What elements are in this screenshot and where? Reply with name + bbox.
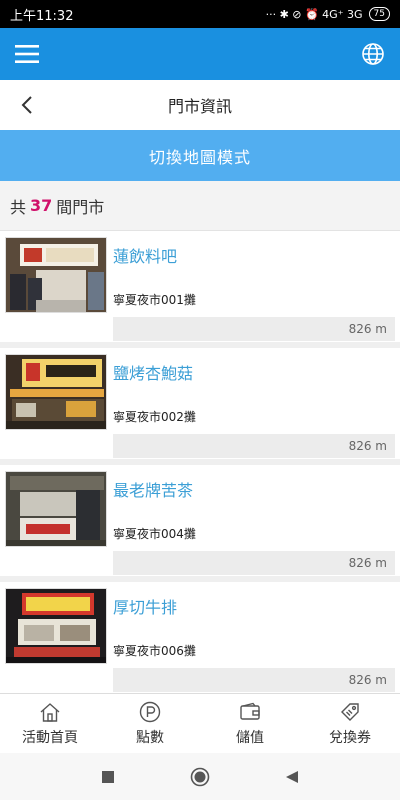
battery-icon: 75 <box>368 7 390 21</box>
store-distance: 826 m <box>113 317 395 341</box>
nav-home[interactable]: 活動首頁 <box>0 694 100 753</box>
points-icon <box>139 701 161 722</box>
system-nav <box>0 753 400 800</box>
home-icon <box>40 702 60 722</box>
list-item[interactable]: 蓮飲料吧 寧夏夜市001攤 826 m <box>0 231 400 348</box>
nav-coupon[interactable]: 兌換券 <box>300 694 400 753</box>
store-photo <box>5 588 107 664</box>
status-bar: 上午11:32 ··· ✱ ⊘ ⏰ 4G⁺ 3G 75 <box>0 0 400 28</box>
store-location: 寧夏夜市001攤 <box>113 293 196 307</box>
store-location: 寧夏夜市004攤 <box>113 527 196 541</box>
store-distance: 826 m <box>113 668 395 692</box>
nav-topup-label: 儲值 <box>236 729 264 746</box>
wallet-icon <box>240 702 260 720</box>
status-indicators: ··· ✱ ⊘ ⏰ 4G⁺ 3G 75 <box>266 7 390 21</box>
title-bar: 門市資訊 <box>0 80 400 130</box>
status-icons: ··· ✱ ⊘ ⏰ 4G⁺ 3G <box>265 7 363 21</box>
switch-map-mode-button[interactable]: 切換地圖模式 <box>0 130 400 181</box>
recent-apps-icon[interactable] <box>93 762 123 792</box>
store-name[interactable]: 蓮飲料吧 <box>113 243 177 267</box>
store-photo <box>5 237 107 313</box>
store-distance: 826 m <box>113 551 395 575</box>
store-location: 寧夏夜市006攤 <box>113 644 196 658</box>
store-name[interactable]: 鹽烤杏鮑菇 <box>113 360 193 384</box>
store-photo <box>5 354 107 430</box>
store-count-prefix: 共 <box>10 197 27 217</box>
list-item[interactable]: 最老牌苦茶 寧夏夜市004攤 826 m <box>0 465 400 582</box>
store-count-suffix: 間門市 <box>56 197 105 217</box>
list-item[interactable]: 鹽烤杏鮑菇 寧夏夜市002攤 826 m <box>0 348 400 465</box>
store-count-number: 37 <box>30 196 53 215</box>
hamburger-menu-icon[interactable] <box>12 39 42 69</box>
store-photo <box>5 471 107 547</box>
home-button-icon[interactable] <box>185 762 215 792</box>
store-name[interactable]: 最老牌苦茶 <box>113 477 193 501</box>
nav-coupon-label: 兌換券 <box>329 729 371 746</box>
back-button-icon[interactable] <box>277 762 307 792</box>
store-name[interactable]: 厚切牛排 <box>113 594 177 618</box>
chevron-left-icon[interactable] <box>12 90 42 120</box>
nav-points-label: 點數 <box>136 729 164 746</box>
store-distance: 826 m <box>113 434 395 458</box>
app-bar <box>0 28 400 80</box>
list-item[interactable]: 厚切牛排 寧夏夜市006攤 826 m <box>0 582 400 693</box>
store-count: 共 37 間門市 <box>0 181 400 231</box>
globe-icon[interactable] <box>358 39 388 69</box>
bottom-nav: 活動首頁 點數 儲值 兌換券 <box>0 693 400 753</box>
nav-topup[interactable]: 儲值 <box>200 694 300 753</box>
store-list: 蓮飲料吧 寧夏夜市001攤 826 m 鹽烤杏鮑菇 寧夏夜市002攤 826 m <box>0 231 400 693</box>
nav-points[interactable]: 點數 <box>100 694 200 753</box>
store-location: 寧夏夜市002攤 <box>113 410 196 424</box>
nav-home-label: 活動首頁 <box>22 729 78 746</box>
coupon-icon <box>341 702 359 721</box>
status-time: 上午11:32 <box>10 8 74 24</box>
page-title: 門市資訊 <box>167 97 232 116</box>
